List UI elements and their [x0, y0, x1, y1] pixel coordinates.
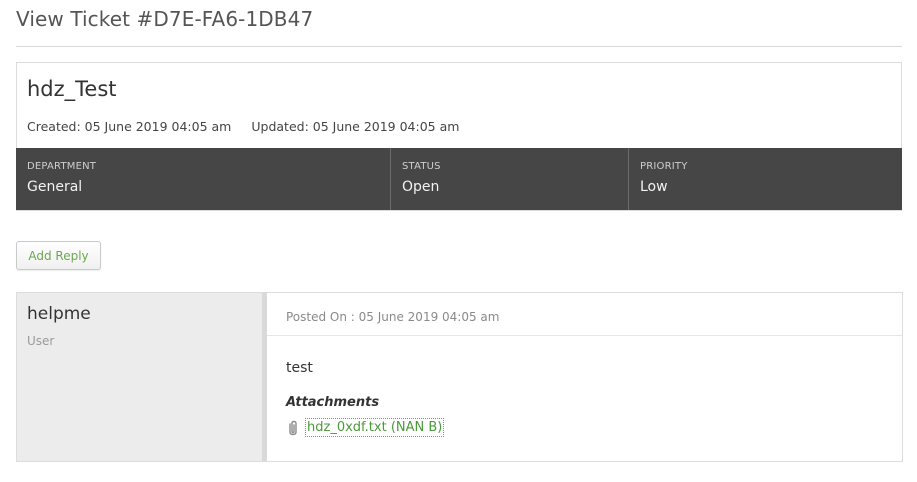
department-cell: DEPARTMENT General	[16, 148, 391, 210]
status-cell: STATUS Open	[391, 148, 629, 210]
attachment-link[interactable]: hdz_0xdf.txt (NAN B)	[305, 418, 445, 437]
ticket-summary-panel: hdz_Test Created: 05 June 2019 04:05 am U…	[16, 62, 902, 211]
title-divider	[16, 46, 902, 47]
ticket-page: View Ticket #D7E-FA6-1DB47 hdz_Test Crea…	[0, 0, 917, 482]
posted-on-date: Posted On : 05 June 2019 04:05 am	[286, 310, 500, 324]
ticket-info-bar: DEPARTMENT General STATUS Open PRIORITY …	[16, 148, 902, 210]
priority-value: Low	[640, 179, 668, 195]
page-title: View Ticket #D7E-FA6-1DB47	[16, 7, 314, 31]
attachments-heading: Attachments	[286, 395, 380, 410]
paperclip-icon	[286, 420, 300, 436]
updated-date: Updated: 05 June 2019 04:05 am	[251, 119, 460, 134]
reply-author-panel: helpme User	[17, 293, 267, 461]
ticket-subject: hdz_Test	[27, 77, 117, 101]
add-reply-button[interactable]: Add Reply	[16, 241, 101, 270]
reply-message: helpme User Posted On : 05 June 2019 04:…	[16, 292, 903, 462]
author-name: helpme	[27, 304, 91, 324]
reply-content: Posted On : 05 June 2019 04:05 am test A…	[267, 293, 902, 461]
status-label: STATUS	[402, 161, 441, 172]
created-date: Created: 05 June 2019 04:05 am	[27, 119, 232, 134]
author-role: User	[27, 334, 55, 348]
reply-body: test	[286, 360, 313, 376]
attachment-item: hdz_0xdf.txt (NAN B)	[286, 418, 445, 437]
status-value: Open	[402, 179, 440, 195]
priority-label: PRIORITY	[640, 161, 688, 172]
department-value: General	[27, 179, 83, 195]
department-label: DEPARTMENT	[27, 161, 97, 172]
priority-cell: PRIORITY Low	[629, 148, 902, 210]
ticket-dates: Created: 05 June 2019 04:05 am Updated: 0…	[27, 119, 459, 134]
reply-divider	[267, 335, 902, 336]
